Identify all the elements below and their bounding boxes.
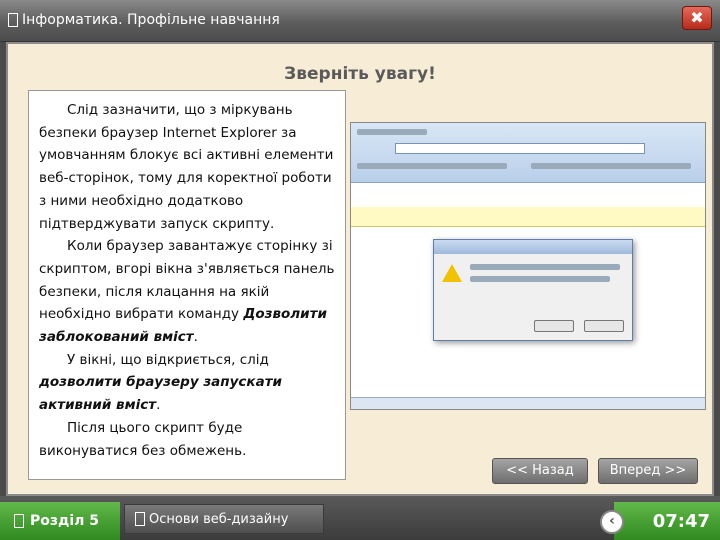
- clock-icon[interactable]: ‹: [600, 510, 624, 534]
- browser-screenshot-image: [350, 122, 706, 410]
- paragraph-2: Коли браузер завантажує сторінку зі скри…: [39, 235, 337, 349]
- forward-button[interactable]: Вперед >>: [598, 458, 698, 484]
- dialog-yes-button: [534, 320, 574, 332]
- paragraph-2-end: .: [193, 329, 198, 346]
- dialog-title-bar: [434, 240, 632, 254]
- warning-icon: [442, 264, 462, 282]
- dialog-no-button: [584, 320, 624, 332]
- window-title: Інформатика. Профільне навчання: [8, 12, 280, 28]
- security-info-bar: [351, 207, 705, 227]
- text-panel: Слід зазначити, що з міркувань безпеки б…: [28, 90, 346, 480]
- command-allow-active: дозволити браузеру запускати активний вм…: [39, 374, 282, 414]
- taskbar: [351, 397, 705, 409]
- browser-title-line: [357, 129, 427, 135]
- paragraph-3-text: У вікні, що відкриється, слід: [67, 351, 269, 368]
- section-icon: [14, 514, 24, 528]
- slide-heading: Зверніть увагу!: [284, 64, 436, 84]
- browser-address-bar: [395, 143, 645, 154]
- section-button[interactable]: Розділ 5: [0, 502, 120, 540]
- browser-command-line: [531, 163, 691, 169]
- section-label: Розділ 5: [30, 513, 99, 529]
- dialog-text-line: [470, 264, 620, 270]
- slide-content: Зверніть увагу! Слід зазначити, що з мір…: [6, 42, 714, 496]
- security-dialog: [433, 239, 633, 341]
- dialog-text-line: [470, 276, 610, 282]
- window-title-text: Інформатика. Профільне навчання: [22, 12, 280, 28]
- title-bar: Інформатика. Профільне навчання ✖: [0, 0, 720, 42]
- timer: ‹ 07:47: [600, 502, 720, 540]
- paragraph-1: Слід зазначити, що з міркувань безпеки б…: [39, 102, 334, 232]
- paragraph-3-end: .: [156, 397, 161, 414]
- topic-tab[interactable]: Основи веб-дизайну: [124, 504, 324, 534]
- paragraph-4: Після цього скрипт буде виконуватися без…: [39, 419, 247, 459]
- close-button[interactable]: ✖: [682, 6, 712, 30]
- topic-label: Основи веб-дизайну: [149, 511, 289, 527]
- back-button[interactable]: << Назад: [492, 458, 588, 484]
- timer-value: 07:47: [652, 510, 710, 532]
- paragraph-3: У вікні, що відкриється, слід дозволити …: [39, 349, 337, 417]
- topic-icon: [135, 512, 145, 526]
- browser-menu-line: [357, 163, 507, 169]
- footer-bar: Розділ 5 Основи веб-дизайну ‹ 07:47: [0, 496, 720, 540]
- app-icon: [8, 13, 18, 27]
